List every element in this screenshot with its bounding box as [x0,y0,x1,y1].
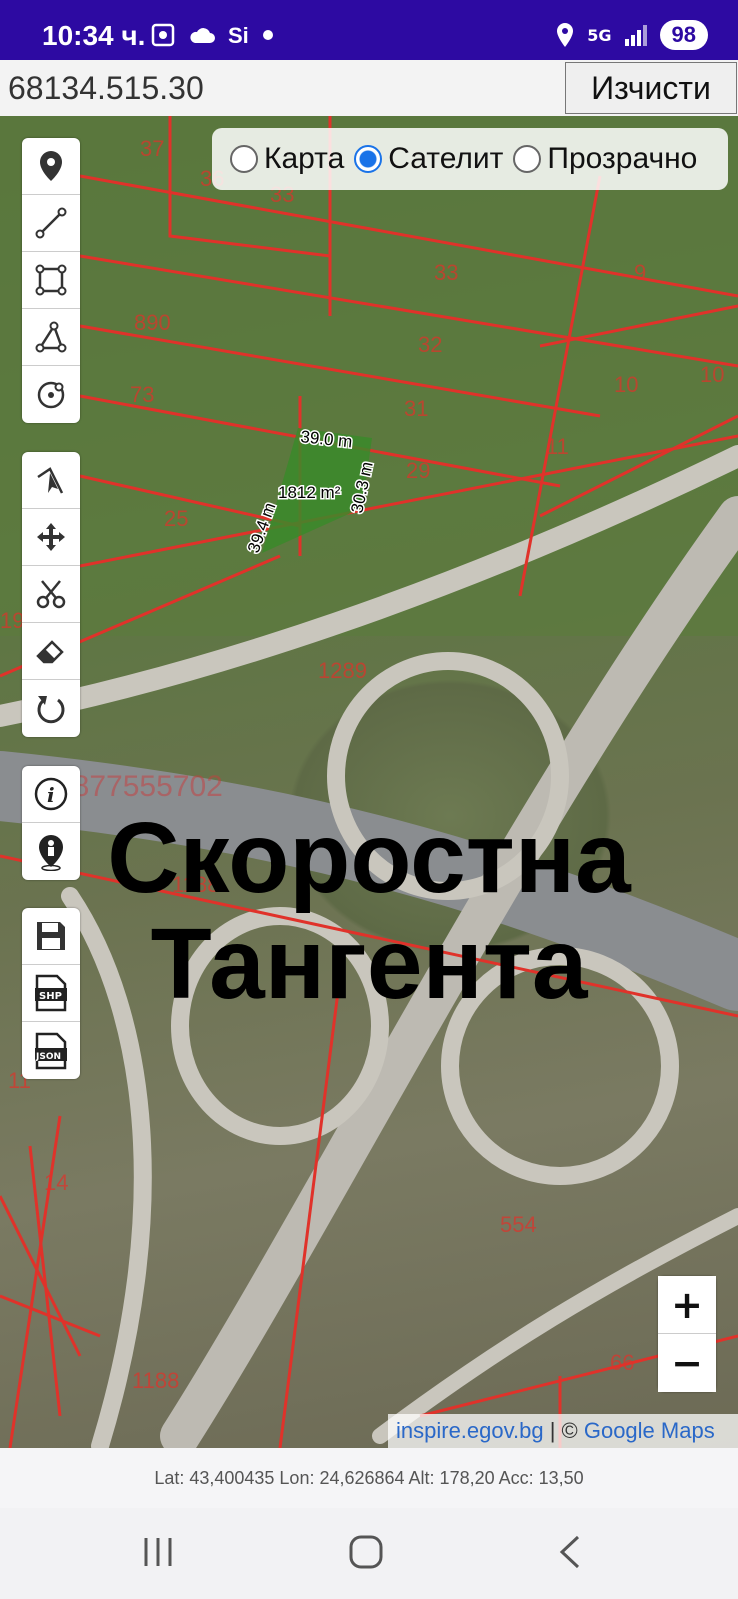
angle-tool-button[interactable] [22,309,80,366]
eraser-tool-button[interactable] [22,623,80,680]
line-tool-button[interactable] [22,195,80,252]
parcel-label: 73 [130,382,154,407]
parcel-label: 10 [700,362,724,387]
cut-icon [36,580,66,609]
phone-watermark: 0877555702 [56,770,223,803]
location-icon [557,23,574,47]
screenshot-icon [151,23,175,47]
location-readout: Lat: 43,400435 Lon: 24,626864 Alt: 178,2… [0,1448,738,1508]
save-icon [37,922,65,950]
parcel-search-input[interactable] [0,60,560,116]
sim-icon: Si [228,23,249,47]
cloud-icon [190,28,215,43]
svg-text:JSON: JSON [35,1052,61,1062]
svg-text:SHP: SHP [39,991,62,1002]
layer-option-satellite[interactable]: Сателит [354,142,503,176]
json-export-icon: JSON [35,1032,67,1069]
save-button[interactable] [22,908,80,965]
map-attribution: inspire.egov.bg | © Google Maps [388,1414,738,1448]
parcel-label: 31 [404,396,428,421]
parcel-label: 11 [546,434,569,459]
parcel-label: 1289 [318,658,367,683]
parcel-label: 554 [500,1212,537,1237]
dot-icon [263,30,273,40]
home-icon[interactable] [348,1534,384,1570]
line-icon [35,207,67,239]
info-icon: i [34,777,68,811]
layer-option-map[interactable]: Карта [230,142,344,176]
rotate-tool-button[interactable] [22,680,80,737]
layer-switch: Карта Сателит Прозрачно [212,128,728,190]
status-icons-left: Si [150,22,274,48]
polygon-tool-button[interactable] [22,252,80,309]
parcel-label: 33 [434,260,458,285]
edit-tools-group [22,452,80,737]
measure-area-label: 1812 m² [278,483,341,502]
person-location-button[interactable] [22,823,80,880]
parcel-label: 890 [134,310,171,335]
parcel-label: 10 [614,372,638,397]
search-bar: Изчисти [0,60,738,117]
info-tools-group: i [22,766,80,880]
layer-option-label: Сателит [388,142,504,175]
overlay-title-line2: Тангента [150,908,588,1020]
battery-badge: 98 [659,20,708,50]
zoom-control: + − [658,1276,716,1392]
layer-option-transparent[interactable]: Прозрачно [513,142,697,176]
person-location-icon [39,834,63,871]
shp-export-icon: SHP [35,974,67,1012]
circle-icon [37,381,65,408]
edit-vertices-icon [37,467,64,494]
export-tools-group: SHP JSON [22,908,80,1079]
parcel-label: 19 [0,608,24,633]
parcel-label: 29 [406,458,430,483]
overlay-title-line1: Скоростна [107,802,631,914]
layer-option-label: Карта [264,142,345,175]
parcel-label: 25 [164,506,188,531]
layer-option-label: Прозрачно [547,142,698,175]
rotate-icon [37,695,65,723]
recent-apps-icon[interactable] [142,1534,174,1570]
parcel-label: 32 [418,332,442,357]
parcel-label: 66 [610,1350,634,1375]
system-nav-bar [0,1508,738,1599]
json-export-button[interactable]: JSON [22,1022,80,1079]
zoom-in-button[interactable]: + [658,1276,716,1334]
signal-icon [624,25,647,46]
parcel-label: 37 [140,136,164,161]
circle-tool-button[interactable] [22,366,80,423]
parcel-label: 9 [634,260,646,285]
status-time: 10:34 ч. [42,20,146,51]
svg-text:Si: Si [228,23,249,47]
angle-icon [35,321,67,353]
radio-transparent[interactable] [513,145,542,173]
parcel-label: 14 [44,1170,68,1195]
shp-export-button[interactable]: SHP [22,965,80,1022]
move-icon [37,523,65,551]
edit-vertices-tool-button[interactable] [22,452,80,509]
marker-icon [40,151,62,181]
attribution-separator: | © [543,1418,584,1443]
cut-tool-button[interactable] [22,566,80,623]
info-button[interactable]: i [22,766,80,823]
parcel-label: 1188 [132,1368,179,1393]
clear-button[interactable]: Изчисти [565,62,737,114]
svg-text:i: i [47,783,55,807]
draw-tools-group [22,138,80,423]
network-type: 5G [587,25,612,45]
zoom-out-button[interactable]: − [658,1334,716,1392]
marker-tool-button[interactable] [22,138,80,195]
radio-map[interactable] [230,145,258,173]
move-tool-button[interactable] [22,509,80,566]
google-maps-link[interactable]: Google Maps [584,1418,715,1444]
radio-satellite[interactable] [354,145,383,173]
inspire-link[interactable]: inspire.egov.bg [396,1418,544,1444]
polygon-icon [35,264,67,296]
back-icon[interactable] [556,1534,584,1570]
eraser-icon [36,640,64,664]
status-icons-right: 5G 98 [555,20,708,50]
